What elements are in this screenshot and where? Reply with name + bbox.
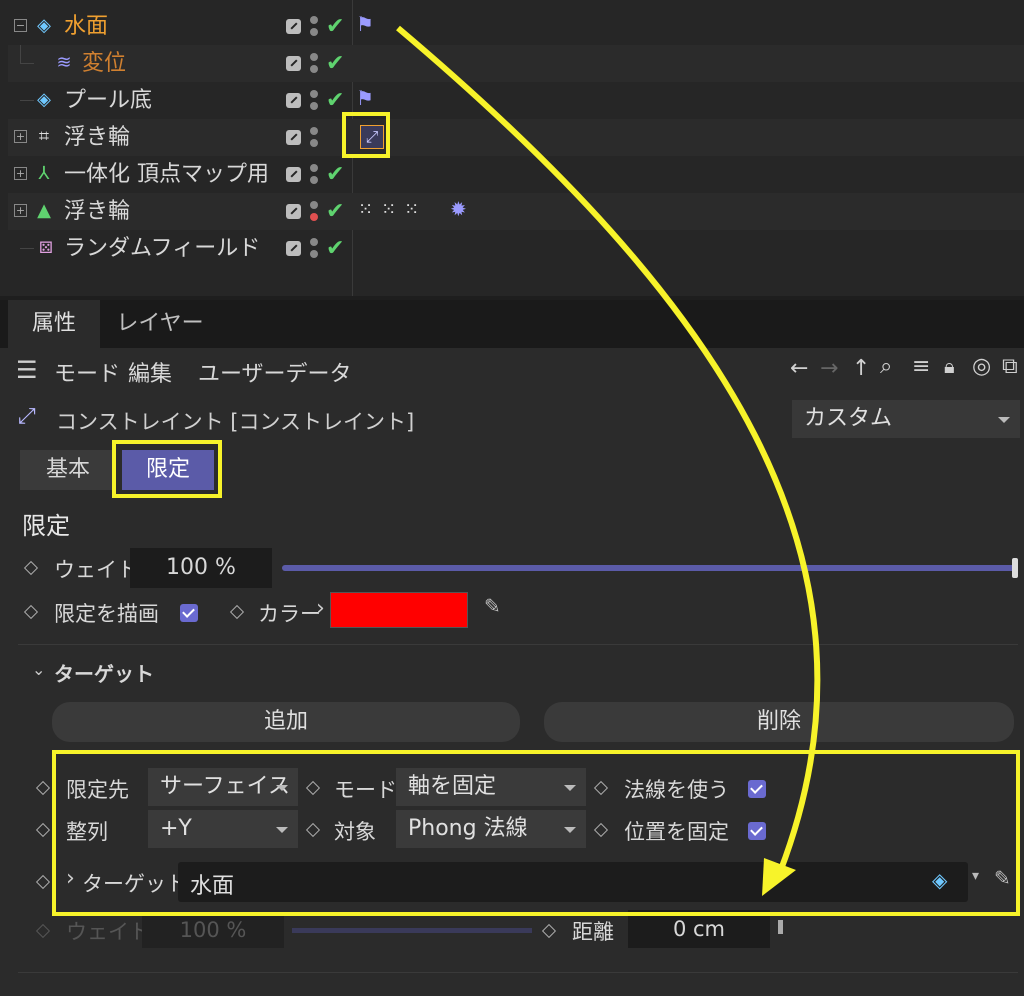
arrow-head (762, 858, 796, 896)
annotation-arrow (396, 25, 821, 896)
arrow-curve (396, 25, 821, 874)
